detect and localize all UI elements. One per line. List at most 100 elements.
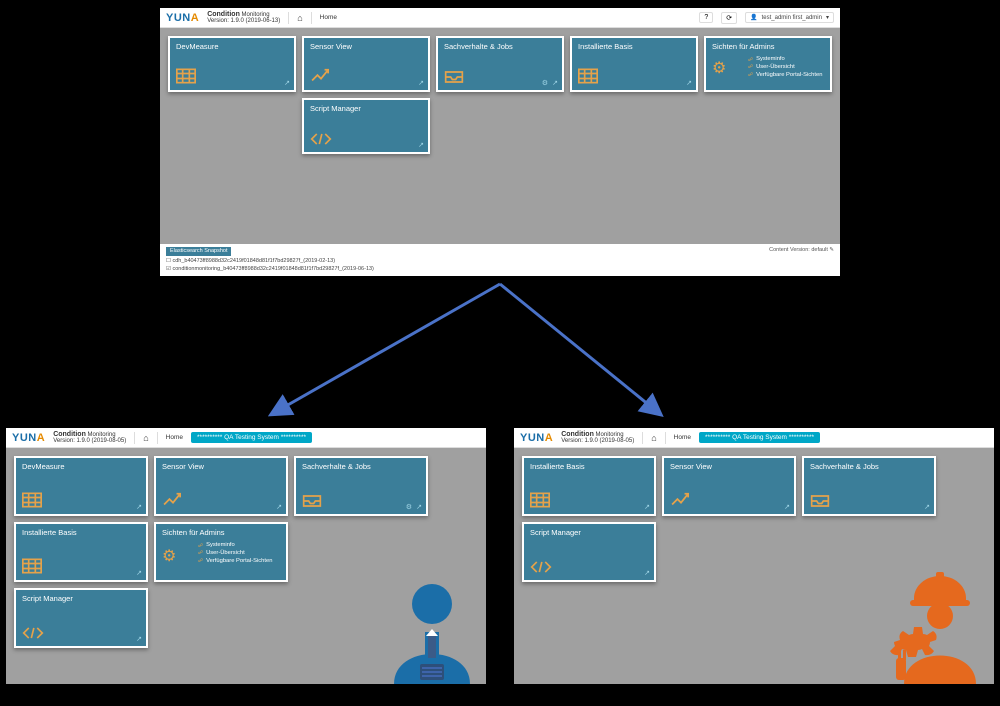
tile-title: DevMeasure (176, 42, 288, 51)
tile-sublist: Systeminfo User-Übersicht Verfügbare Por… (748, 56, 822, 79)
sublist-item[interactable]: Systeminfo (198, 542, 272, 550)
home-icon[interactable]: ⌂ (143, 433, 148, 443)
popout-icon[interactable]: ↗ (644, 503, 650, 511)
popout-icon[interactable]: ↗ (686, 79, 692, 87)
help-button[interactable]: ? (699, 12, 713, 23)
home-icon[interactable]: ⌂ (651, 433, 656, 443)
tile-scriptmanager[interactable]: Script Manager ↗ (302, 98, 430, 154)
grid-icon (22, 492, 42, 508)
popout-icon[interactable]: ↗ (418, 141, 424, 149)
dashboard-panel-admin: YUNA Condition Monitoring Version: 1.9.0… (6, 428, 486, 684)
breadcrumb-home[interactable]: Home (320, 14, 337, 21)
qa-badge: ********** QA Testing System ********** (699, 432, 820, 443)
logo: YUNA (166, 12, 199, 24)
topbar: YUNA Condition Monitoring Version: 1.9.0… (514, 428, 994, 448)
sublist-item[interactable]: Systeminfo (748, 56, 822, 64)
tile-sachverhalte[interactable]: Sachverhalte & Jobs ⚙ ↗ (436, 36, 564, 92)
tile-sachverhalte[interactable]: Sachverhalte & Jobs ↗ (802, 456, 936, 516)
tile-installierte[interactable]: Installierte Basis ↗ (570, 36, 698, 92)
tile-sensorview[interactable]: Sensor View ↗ (154, 456, 288, 516)
home-icon[interactable]: ⌂ (297, 13, 302, 23)
popout-icon[interactable]: ↗ (284, 79, 290, 87)
gear-icon: ⚙ (162, 546, 176, 566)
sublist-item[interactable]: Verfügbare Portal-Sichten (198, 558, 272, 566)
tiles-container: DevMeasure ↗ Sensor View ↗ Sachverhalte … (160, 28, 840, 162)
grid-icon (578, 68, 598, 84)
gear-small-icon[interactable]: ⚙ (542, 79, 548, 87)
refresh-button[interactable]: ⟳ (721, 12, 737, 24)
inbox-icon (810, 494, 830, 508)
tile-installierte[interactable]: Installierte Basis ↗ (522, 456, 656, 516)
tile-title: Script Manager (22, 594, 140, 603)
app-version: Version: 1.9.0 (2019-06-13) (207, 18, 280, 24)
app-version: Version: 1.9.0 (2019-08-05) (53, 438, 126, 444)
breadcrumb-home[interactable]: Home (166, 434, 183, 441)
gear-icon: ⚙ (712, 58, 726, 78)
tile-scriptmanager[interactable]: Script Manager ↗ (522, 522, 656, 582)
sublist-item[interactable]: User-Übersicht (198, 550, 272, 558)
tile-title: Sensor View (162, 462, 280, 471)
line-chart-icon (162, 492, 184, 508)
sublist-item[interactable]: Verfügbare Portal-Sichten (748, 72, 822, 80)
tile-sachverhalte[interactable]: Sachverhalte & Jobs ⚙ ↗ (294, 456, 428, 516)
tile-sichten[interactable]: Sichten für Admins ⚙ Systeminfo User-Übe… (704, 36, 832, 92)
grid-icon (22, 558, 42, 574)
tile-devmeasure[interactable]: DevMeasure ↗ (14, 456, 148, 516)
topbar: YUNA Condition Monitoring Version: 1.9.0… (160, 8, 840, 28)
popout-icon[interactable]: ↗ (416, 503, 422, 511)
gear-small-icon[interactable]: ⚙ (406, 503, 412, 511)
tile-title: Installierte Basis (22, 528, 140, 537)
tile-title: Sachverhalte & Jobs (810, 462, 928, 471)
popout-icon[interactable]: ↗ (136, 569, 142, 577)
footer-line: ☐ cdh_b40473ff8988d32c2419f01848d81f1f7b… (166, 258, 335, 264)
line-chart-icon (310, 68, 332, 84)
qa-badge: ********** QA Testing System ********** (191, 432, 312, 443)
popout-icon[interactable]: ↗ (276, 503, 282, 511)
popout-icon[interactable]: ↗ (136, 503, 142, 511)
tile-devmeasure[interactable]: DevMeasure ↗ (168, 36, 296, 92)
sublist-item[interactable]: User-Übersicht (748, 64, 822, 72)
logo: YUNA (12, 432, 45, 444)
tile-sichten[interactable]: Sichten für Admins ⚙ Systeminfo User-Übe… (154, 522, 288, 582)
popout-icon[interactable]: ↗ (924, 503, 930, 511)
footer-badge: Elasticsearch Snapshot (166, 247, 231, 256)
tile-title: Installierte Basis (578, 42, 690, 51)
inbox-icon (444, 70, 464, 84)
tile-title: Sachverhalte & Jobs (302, 462, 420, 471)
popout-icon[interactable]: ↗ (784, 503, 790, 511)
code-icon (22, 626, 44, 640)
chevron-down-icon: ▾ (826, 14, 829, 21)
tile-title: Sichten für Admins (162, 528, 280, 537)
popout-icon[interactable]: ↗ (552, 79, 558, 87)
popout-icon[interactable]: ↗ (644, 569, 650, 577)
code-icon (530, 560, 552, 574)
tile-sensorview[interactable]: Sensor View ↗ (662, 456, 796, 516)
account-menu[interactable]: 👤 test_admin first_admin ▾ (745, 12, 834, 23)
tile-title: Sichten für Admins (712, 42, 824, 51)
footer: Elasticsearch Snapshot ☐ cdh_b40473ff898… (160, 244, 840, 276)
tile-sensorview[interactable]: Sensor View ↗ (302, 36, 430, 92)
tile-scriptmanager[interactable]: Script Manager ↗ (14, 588, 148, 648)
footer-line: ☑ conditionmonitoring_b40473ff8988d32c24… (166, 266, 374, 272)
popout-icon[interactable]: ↗ (418, 79, 424, 87)
topbar: YUNA Condition Monitoring Version: 1.9.0… (6, 428, 486, 448)
app-version: Version: 1.9.0 (2019-08-05) (561, 438, 634, 444)
tile-title: Sachverhalte & Jobs (444, 42, 556, 51)
tile-title: Installierte Basis (530, 462, 648, 471)
persona-operator-icon (880, 564, 990, 684)
content-version[interactable]: Content Version: default ✎ (769, 247, 834, 254)
line-chart-icon (670, 492, 692, 508)
tile-title: DevMeasure (22, 462, 140, 471)
user-icon: 👤 (750, 14, 757, 21)
popout-icon[interactable]: ↗ (136, 635, 142, 643)
tile-sublist: Systeminfo User-Übersicht Verfügbare Por… (198, 542, 272, 565)
logo: YUNA (520, 432, 553, 444)
app-title: Condition Monitoring Version: 1.9.0 (201… (53, 431, 126, 445)
grid-icon (176, 68, 196, 84)
tile-installierte[interactable]: Installierte Basis ↗ (14, 522, 148, 582)
account-label: test_admin first_admin (762, 15, 822, 21)
code-icon (310, 132, 332, 146)
tile-title: Sensor View (670, 462, 788, 471)
grid-icon (530, 492, 550, 508)
breadcrumb-home[interactable]: Home (674, 434, 691, 441)
